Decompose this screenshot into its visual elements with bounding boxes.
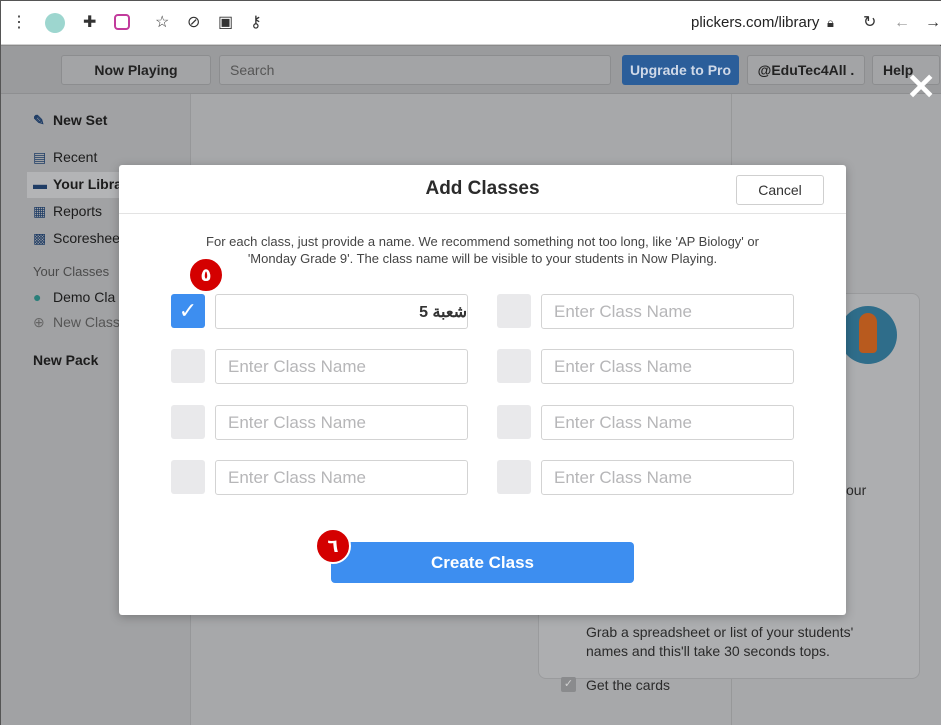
class-name-input-8[interactable]: [541, 460, 794, 495]
class-name-input-1[interactable]: [215, 294, 468, 329]
back-icon[interactable]: ←: [894, 13, 910, 33]
folder-icon: ▬: [33, 176, 47, 192]
sidebar-item-label: Recent: [53, 149, 98, 165]
class-name-input-3[interactable]: [215, 349, 468, 384]
step-6-badge: ٦: [315, 528, 351, 564]
class-checkbox-4[interactable]: [497, 349, 531, 383]
search-input[interactable]: Search: [219, 55, 611, 85]
plus-circle-icon: ⊕: [33, 314, 45, 330]
sidebar-item-label: Scoreshee: [53, 230, 120, 246]
key-icon[interactable]: ⚷: [250, 13, 262, 33]
get-cards-label: Get the cards: [586, 677, 671, 693]
report-icon: ▦: [33, 203, 47, 219]
recent-icon: ▤: [33, 149, 47, 165]
sidebar-item-recent[interactable]: ▤ Recent: [33, 149, 97, 166]
sidebar-item-new-class[interactable]: ⊕ New Class: [33, 314, 120, 331]
reload-icon[interactable]: ↻: [863, 13, 876, 33]
class-dot-icon: ●: [33, 289, 42, 305]
eye-off-icon[interactable]: ⊘: [187, 13, 200, 33]
sidebar-item-demo-class[interactable]: ● Demo Cla: [33, 289, 115, 305]
star-icon[interactable]: ☆: [155, 13, 169, 33]
cancel-button[interactable]: Cancel: [736, 175, 824, 205]
class-name-input-2[interactable]: [541, 294, 794, 329]
grid-icon: ▩: [33, 230, 47, 246]
puzzle-icon[interactable]: ✚: [83, 13, 96, 33]
rocket-body-icon: [859, 313, 877, 353]
class-checkbox-7[interactable]: [171, 460, 205, 494]
sidebar-item-scoresheet[interactable]: ▩ Scoreshee: [33, 230, 120, 247]
modal-instructions: For each class, just provide a name. We …: [149, 233, 816, 267]
class-checkbox-2[interactable]: [497, 294, 531, 328]
menu-dots-icon[interactable]: ⋮: [11, 13, 27, 33]
sidebar-item-label: Reports: [53, 203, 103, 219]
card-body-line2: names and this'll take 30 seconds tops.: [586, 643, 830, 659]
lock-icon: 🔒︎: [827, 15, 834, 30]
sidebar-item-label: Demo Cla: [53, 289, 116, 305]
class-name-input-5[interactable]: [215, 405, 468, 440]
class-name-input-4[interactable]: [541, 349, 794, 384]
class-checkbox-5[interactable]: [171, 405, 205, 439]
class-name-input-7[interactable]: [215, 460, 468, 495]
class-checkbox-8[interactable]: [497, 460, 531, 494]
app-topbar: Now Playing Search Upgrade to Pro @EduTe…: [1, 46, 941, 94]
card-body-line1: Grab a spreadsheet or list of your stude…: [586, 624, 854, 640]
address-bar-url[interactable]: plickers.com/library: [691, 14, 819, 31]
get-cards-checkbox[interactable]: ✓: [561, 677, 576, 692]
checkmark-icon: ✓: [178, 298, 198, 323]
instructions-line-2: 'Monday Grade 9'. The class name will be…: [247, 251, 718, 266]
create-class-button[interactable]: Create Class: [331, 542, 634, 583]
extension-icon[interactable]: [45, 13, 65, 33]
browser-toolbar: ⋮ ✚ ☆ ⊘ ▣ ⚷ plickers.com/library 🔒︎ ↻ ← …: [1, 1, 941, 45]
your-classes-heading: Your Classes: [33, 264, 110, 279]
class-checkbox-6[interactable]: [497, 405, 531, 439]
upgrade-button[interactable]: Upgrade to Pro: [622, 55, 739, 85]
sidebar-item-label: Your Libra: [53, 176, 122, 192]
add-classes-modal: Add Classes Cancel For each class, just …: [119, 165, 846, 615]
card-partial-text: our: [846, 482, 867, 498]
sidebar-item-new-set[interactable]: ✎ New Set: [33, 112, 107, 129]
sidebar-item-reports[interactable]: ▦ Reports: [33, 203, 102, 220]
class-name-input-6[interactable]: [541, 405, 794, 440]
account-button[interactable]: @EduTec4All .: [747, 55, 865, 85]
modal-header: Add Classes Cancel: [119, 165, 846, 214]
sidebar-item-label: New Class: [53, 314, 120, 330]
class-checkbox-1[interactable]: ✓: [171, 294, 205, 328]
now-playing-button[interactable]: Now Playing: [61, 55, 211, 85]
class-checkbox-3[interactable]: [171, 349, 205, 383]
instagram-icon[interactable]: [114, 14, 130, 30]
edit-icon: ✎: [33, 112, 45, 128]
sidebar-item-label: New Set: [53, 112, 108, 128]
forward-icon[interactable]: →: [925, 13, 941, 33]
sidebar-item-new-pack[interactable]: New Pack: [33, 352, 98, 368]
step-5-badge: ٥: [188, 257, 224, 293]
sidebar-item-library[interactable]: ▬ Your Libra: [33, 176, 122, 192]
cast-icon[interactable]: ▣: [218, 13, 233, 33]
instructions-line-1: For each class, just provide a name. We …: [206, 234, 759, 249]
close-icon[interactable]: ✕: [906, 69, 936, 105]
